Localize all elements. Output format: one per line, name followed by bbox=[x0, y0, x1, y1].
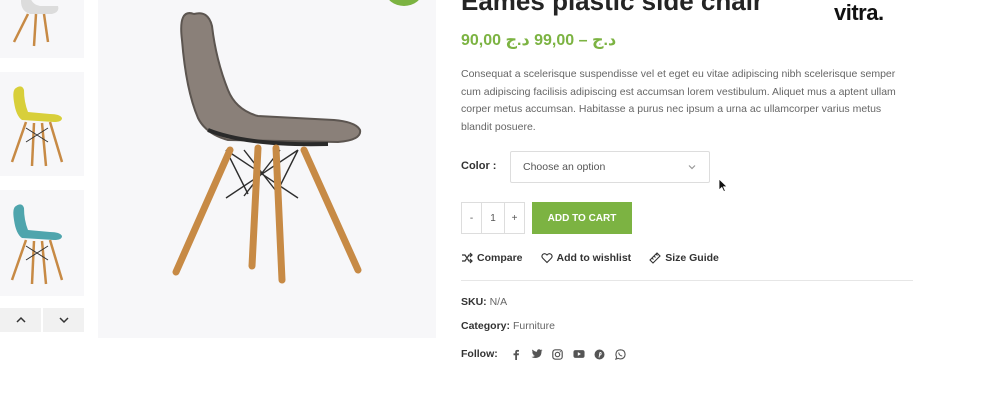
thumbnail-yellow-chair[interactable] bbox=[0, 72, 84, 176]
color-select[interactable]: Choose an option bbox=[510, 151, 710, 183]
product-description: Consequat a scelerisque suspendisse vel … bbox=[461, 68, 896, 133]
size-guide-label: Size Guide bbox=[665, 252, 719, 264]
mouse-cursor-icon bbox=[718, 178, 729, 193]
follow-label: Follow: bbox=[461, 348, 498, 360]
wishlist-button[interactable]: Add to wishlist bbox=[540, 252, 632, 264]
compare-label: Compare bbox=[477, 252, 523, 264]
main-product-image[interactable] bbox=[98, 0, 436, 338]
pinterest-icon[interactable] bbox=[594, 348, 606, 360]
thumbnail-teal-chair[interactable] bbox=[0, 190, 84, 296]
wishlist-label: Add to wishlist bbox=[556, 252, 632, 264]
brand-logo[interactable]: vitra. bbox=[834, 0, 884, 26]
price-range: 90,00 د.ج – 99,00 د.ج bbox=[461, 32, 617, 49]
color-select-value: Choose an option bbox=[523, 161, 606, 173]
product-title: Eames plastic side chair bbox=[461, 0, 764, 16]
chevron-down-icon bbox=[688, 165, 696, 170]
thumbnail-prev-button[interactable] bbox=[0, 308, 41, 332]
follow-row: Follow: bbox=[461, 348, 627, 360]
facebook-icon[interactable] bbox=[510, 348, 522, 360]
ruler-icon bbox=[649, 252, 661, 264]
quantity-input[interactable]: 1 bbox=[481, 203, 505, 233]
thumbnail-next-button[interactable] bbox=[43, 308, 84, 332]
shuffle-icon bbox=[462, 252, 473, 264]
add-to-cart-button[interactable]: ADD TO CART bbox=[532, 202, 632, 234]
heart-icon bbox=[540, 253, 553, 264]
divider bbox=[461, 280, 913, 281]
category-label: Category: bbox=[461, 320, 511, 332]
whatsapp-icon[interactable] bbox=[615, 348, 627, 360]
color-label: Color : bbox=[461, 160, 497, 172]
quantity-stepper: - 1 + bbox=[461, 202, 525, 234]
size-guide-button[interactable]: Size Guide bbox=[649, 252, 719, 264]
chevron-up-icon bbox=[15, 316, 26, 323]
sku-row: SKU: N/A bbox=[461, 296, 507, 308]
product-actions: Compare Add to wishlist Size Guide bbox=[461, 252, 719, 264]
twitter-icon[interactable] bbox=[531, 348, 543, 360]
instagram-icon[interactable] bbox=[552, 348, 564, 360]
category-link[interactable]: Furniture bbox=[513, 320, 555, 332]
category-row: Category: Furniture bbox=[461, 320, 555, 332]
compare-button[interactable]: Compare bbox=[461, 252, 523, 264]
quantity-plus-button[interactable]: + bbox=[505, 203, 524, 233]
sku-value: N/A bbox=[489, 296, 508, 308]
quantity-minus-button[interactable]: - bbox=[462, 203, 481, 233]
thumbnail-white-chair[interactable] bbox=[0, 0, 84, 58]
chevron-down-icon bbox=[58, 317, 69, 324]
youtube-icon[interactable] bbox=[573, 348, 585, 360]
sku-label: SKU: bbox=[461, 296, 487, 308]
thumbnail-nav bbox=[0, 308, 84, 332]
